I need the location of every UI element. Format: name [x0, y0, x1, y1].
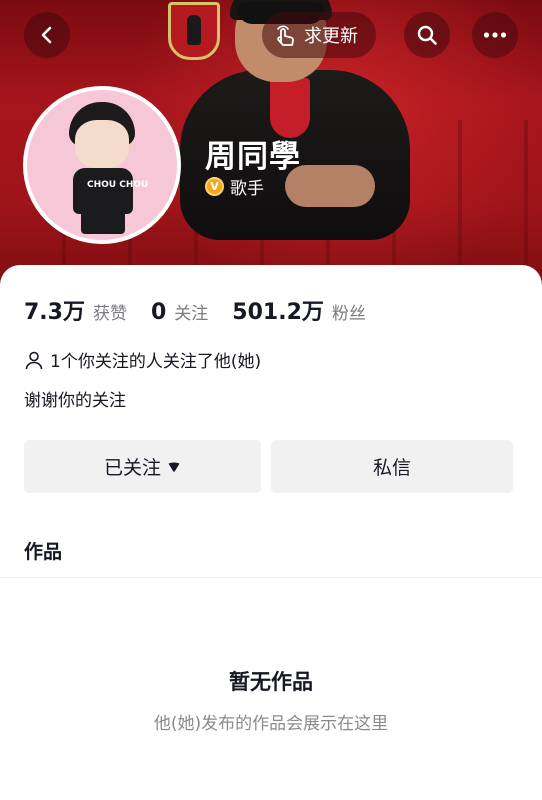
- verified-badge-row: V 歌手: [205, 174, 264, 199]
- avatar-figure-shirt: [73, 168, 133, 214]
- avatar-shirt-text: CHOU CHOU: [87, 180, 149, 190]
- more-dots-icon: [483, 32, 507, 38]
- mutual-followers-row[interactable]: 1个你关注的人关注了他(她): [24, 347, 261, 372]
- profile-signature: 谢谢你的关注: [24, 391, 126, 411]
- request-update-label: 求更新: [304, 26, 358, 47]
- tab-divider: [0, 577, 542, 578]
- tab-works[interactable]: 作品: [24, 537, 62, 564]
- mutual-followers-text: 1个你关注的人关注了他(她): [50, 352, 262, 372]
- message-label: 私信: [372, 457, 411, 479]
- following-count: 0: [150, 300, 167, 325]
- search-button[interactable]: [404, 12, 450, 58]
- profile-card: 7.3万 获赞 0 关注 501.2万 粉丝 1个你关注的人关注了他(她) 谢谢…: [0, 265, 542, 800]
- back-arrow-icon: [41, 26, 52, 44]
- stat-followers[interactable]: 501.2万 粉丝: [232, 294, 366, 326]
- followers-label: 粉丝: [331, 304, 366, 324]
- hand-pointer-icon: [277, 25, 294, 46]
- followed-label: 已关注: [103, 457, 161, 479]
- profile-name: 周同學: [205, 139, 301, 175]
- search-icon: [417, 25, 437, 45]
- verified-v-icon: V: [205, 177, 224, 196]
- empty-works-subtitle: 他(她)发布的作品会展示在这里: [153, 714, 389, 734]
- message-button[interactable]: 私信: [271, 440, 513, 493]
- person-shirt: [270, 78, 310, 138]
- likes-label: 获赞: [92, 304, 127, 324]
- request-update-button[interactable]: 求更新: [262, 12, 376, 58]
- stats-row: 7.3万 获赞 0 关注 501.2万 粉丝: [24, 294, 390, 326]
- person-outline-icon: [25, 351, 43, 369]
- avatar-figure-face: [75, 120, 129, 168]
- avatar-figure-legs: [81, 210, 125, 234]
- empty-works-title: 暂无作品: [229, 670, 313, 694]
- likes-count: 7.3万: [24, 300, 85, 325]
- caret-down-icon: [168, 462, 180, 472]
- profile-avatar[interactable]: CHOU CHOU: [23, 86, 181, 244]
- back-button[interactable]: [24, 12, 70, 58]
- stat-following[interactable]: 0 关注: [151, 299, 208, 325]
- verified-title: 歌手: [230, 179, 264, 199]
- more-button[interactable]: [472, 12, 518, 58]
- followed-button[interactable]: 已关注: [24, 440, 261, 493]
- stat-likes[interactable]: 7.3万 获赞: [24, 294, 127, 326]
- followers-count: 501.2万: [232, 300, 324, 325]
- following-label: 关注: [174, 304, 209, 324]
